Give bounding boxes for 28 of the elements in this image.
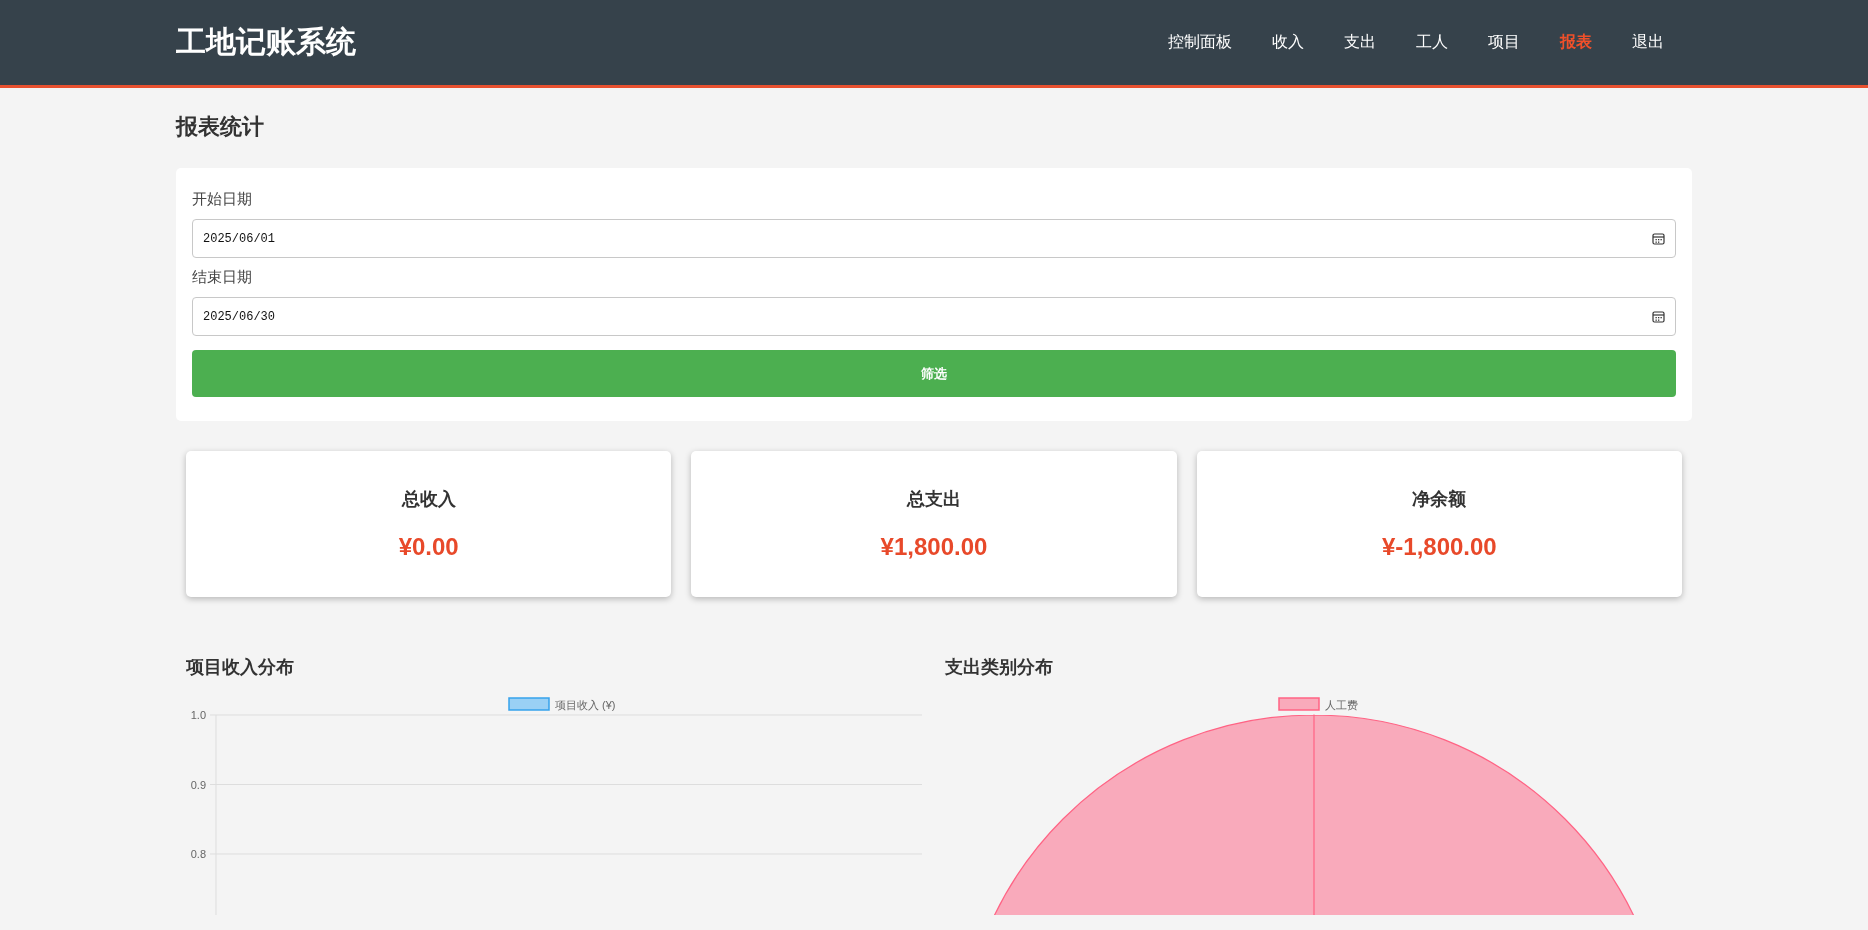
legend-label: 项目收入 (¥)	[555, 699, 616, 711]
legend-swatch	[1278, 697, 1320, 711]
date-field[interactable]: 2025/06/01	[192, 219, 1676, 258]
page-title: 报表统计	[176, 113, 265, 141]
nav-link[interactable]: 退出	[1612, 26, 1684, 59]
axis-tick-label: 1.0	[190, 709, 206, 721]
summary-title: 总收入	[401, 488, 456, 511]
summary-title: 总支出	[907, 488, 961, 511]
legend-label: 人工费	[1325, 699, 1358, 711]
nav-link[interactable]: 收入	[1252, 26, 1324, 59]
axis-tick-label: 0.9	[190, 778, 206, 791]
axis-tick-label: 0.8	[190, 848, 206, 860]
summary-value: ¥-1,800.00	[1381, 533, 1497, 561]
summary-value: ¥1,800.00	[880, 533, 988, 561]
nav-link[interactable]: 支出	[1324, 26, 1396, 59]
chart-title: 支出类别分布	[945, 656, 1054, 679]
summary-value: ¥0.00	[398, 533, 459, 561]
app-logo: 工地记账系统	[176, 24, 356, 60]
nav-link[interactable]: 工人	[1396, 26, 1468, 59]
calendar-icon[interactable]	[1652, 232, 1665, 245]
nav-link[interactable]: 控制面板	[1148, 26, 1252, 59]
nav-link[interactable]: 项目	[1468, 26, 1540, 59]
summary-title: 净余额	[1412, 488, 1467, 511]
field-label: 开始日期	[192, 190, 253, 209]
calendar-icon[interactable]	[1652, 310, 1665, 323]
field-label: 结束日期	[192, 268, 253, 287]
chart-title: 项目收入分布	[186, 656, 295, 679]
date-field[interactable]: 2025/06/30	[192, 297, 1676, 336]
